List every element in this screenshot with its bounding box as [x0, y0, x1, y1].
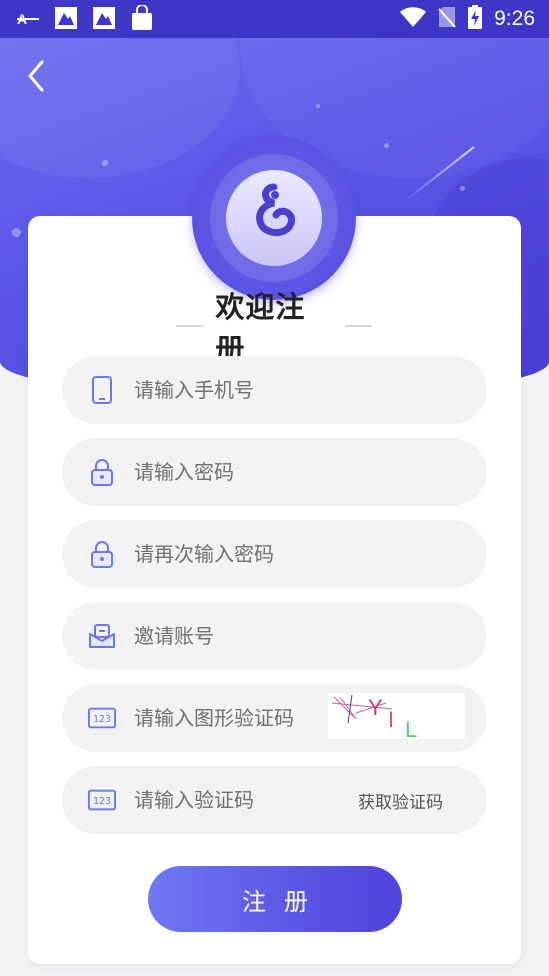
logo-mark-icon	[256, 183, 295, 237]
font-app-icon: A	[16, 6, 40, 30]
number-code-icon: 123	[88, 704, 116, 732]
shopping-bag-icon	[130, 5, 154, 30]
clock: 9:26	[494, 7, 535, 30]
lock-icon	[88, 458, 116, 486]
back-button[interactable]	[22, 56, 52, 96]
battery-charging-icon	[468, 5, 483, 33]
get-code-button[interactable]: 获取验证码	[358, 788, 443, 813]
svg-text:123: 123	[93, 796, 111, 807]
svg-text:123: 123	[93, 714, 111, 725]
page-title-row: 欢迎注册	[176, 290, 372, 366]
system-icons: 9:26	[400, 5, 535, 33]
captcha-char-3: L	[405, 717, 417, 739]
status-bar: A 9:26	[0, 0, 549, 38]
phone-icon	[88, 376, 116, 404]
phone-field[interactable]	[62, 356, 487, 424]
invite-input[interactable]	[134, 616, 384, 656]
image-app-icon-2	[92, 6, 116, 30]
password-field[interactable]	[62, 438, 487, 506]
lock-icon	[88, 540, 116, 568]
sms-code-input[interactable]	[134, 780, 324, 820]
confirm-password-input[interactable]	[134, 534, 384, 574]
password-input[interactable]	[134, 452, 384, 492]
register-button[interactable]: 注册	[148, 866, 402, 932]
invite-field[interactable]	[62, 602, 487, 670]
wifi-icon	[400, 7, 427, 31]
title-divider-right	[344, 325, 372, 327]
image-app-icon	[54, 6, 78, 30]
image-captcha-field[interactable]: 123 Y I L	[62, 684, 487, 752]
notification-icons: A	[16, 5, 154, 30]
captcha-char-2: I	[388, 707, 394, 732]
number-code-icon: 123	[88, 786, 116, 814]
captcha-image[interactable]: Y I L	[328, 693, 465, 742]
title-divider-left	[176, 325, 204, 327]
invite-icon	[88, 622, 116, 650]
confirm-password-field[interactable]	[62, 520, 487, 588]
phone-input[interactable]	[134, 370, 384, 410]
image-captcha-input[interactable]	[134, 698, 324, 738]
captcha-char-1: Y	[368, 695, 383, 720]
sms-code-field[interactable]: 123 获取验证码	[62, 766, 487, 834]
app-logo	[192, 136, 356, 300]
no-sim-icon	[438, 6, 456, 32]
